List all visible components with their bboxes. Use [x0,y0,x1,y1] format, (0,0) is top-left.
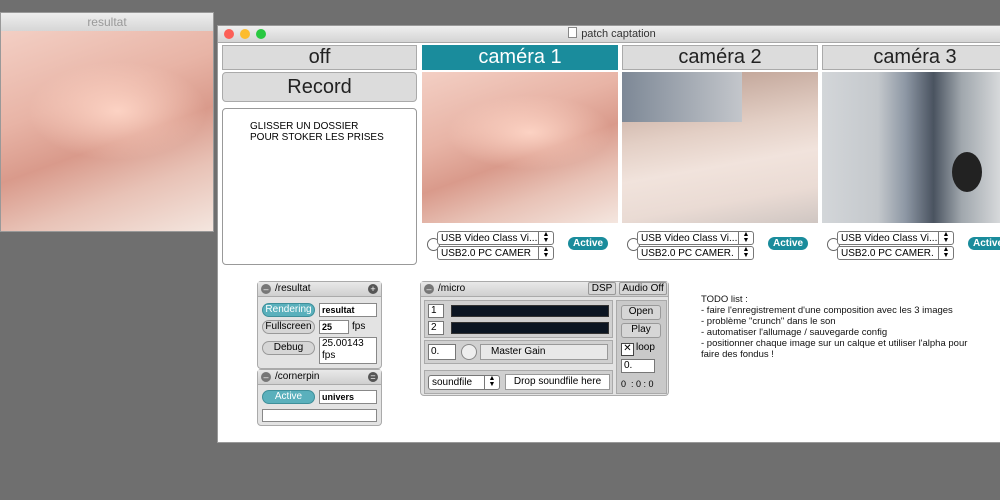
camera-2-button[interactable]: caméra 2 [622,45,818,70]
open-button[interactable]: Open [621,305,661,320]
collapse-icon[interactable]: – [261,284,271,294]
loop-label: loop [636,342,655,353]
collapse-icon[interactable]: – [424,284,434,294]
camera-3-device-menu[interactable]: USB Video Class Vi... ▲ ▼ [837,231,954,245]
patch-window: patch captation off caméra 1 caméra 2 ca… [217,25,1000,443]
drop-zone-line1: GLISSER UN DOSSIER [250,121,359,132]
debug-unit: fps [322,350,336,361]
todo-item: - problème "crunch" dans le son [701,316,836,327]
camera-2-input-label: USB2.0 PC CAMER. [641,248,734,259]
record-button[interactable]: Record [222,72,417,102]
minimize-window-button[interactable] [240,29,250,39]
fps-field[interactable]: 25 [319,320,349,334]
cornerpin-panel-header: – /cornerpin = [258,370,381,385]
gain-group: 0. Master Gain [424,340,613,364]
loop-value-field[interactable]: 0. [621,359,655,373]
micro-panel: – /micro DSP Audio Off 1 2 0. Master Gai… [420,281,669,396]
resultat-panel: – /resultat + Rendering resultat Fullscr… [257,281,382,369]
folder-drop-zone[interactable]: GLISSER UN DOSSIER POUR STOKER LES PRISE… [222,108,417,265]
rendering-name-field[interactable]: resultat [319,303,377,317]
channel-1-field[interactable]: 1 [428,304,444,318]
todo-item: - positionner chaque image sur un calque… [701,338,968,349]
close-window-button[interactable] [224,29,234,39]
off-button[interactable]: off [222,45,417,70]
gain-value-field[interactable]: 0. [428,344,456,360]
camera-2-input-menu[interactable]: USB2.0 PC CAMER. ▲ ▼ [637,246,754,260]
stepper-arrows-icon: ▲ ▼ [738,232,753,244]
channel-1-meter [451,305,609,317]
camera-3-button[interactable]: caméra 3 [822,45,1000,70]
camera-3-input-label: USB2.0 PC CAMER. [841,248,934,259]
meters-group: 1 2 [424,300,613,338]
plus-icon[interactable]: + [368,284,378,294]
document-icon [568,27,578,38]
camera-3-preview [822,72,1000,223]
todo-item: - faire l'enregistrement d'une compositi… [701,305,953,316]
cornerpin-active-button[interactable]: Active [262,390,315,404]
audio-off-button[interactable]: Audio Off [619,282,667,295]
camera-1-device-label: USB Video Class Vi... [441,233,538,244]
resultat-panel-header: – /resultat + [258,282,381,297]
cornerpin-name-field[interactable]: univers [319,390,377,404]
stepper-arrows-icon: ▲ ▼ [538,247,553,259]
camera-3-device-label: USB Video Class Vi... [841,233,938,244]
camera-2-preview [622,72,818,223]
channel-2-meter [451,322,609,334]
cornerpin-panel-title: /cornerpin [275,371,320,382]
camera-1-input-label: USB2.0 PC CAMER [441,248,532,259]
play-button[interactable]: Play [621,323,661,338]
todo-header: TODO list : [701,294,748,305]
rendering-button[interactable]: Rendering [262,303,315,317]
camera-1-device-menu[interactable]: USB Video Class Vi... ▲ ▼ [437,231,554,245]
cornerpin-input[interactable] [262,409,377,422]
stepper-arrows-icon: ▲ ▼ [538,232,553,244]
zoom-window-button[interactable] [256,29,266,39]
resultat-window: resultat [0,12,214,232]
camera-2-device-menu[interactable]: USB Video Class Vi... ▲ ▼ [637,231,754,245]
debug-value: 25.00143 [322,338,364,349]
camera-1-active-badge[interactable]: Active [568,237,609,250]
patch-window-title: patch captation [581,28,656,40]
loop-checkbox[interactable]: ✕ [621,343,634,356]
resultat-window-title: resultat [1,13,213,32]
todo-item: faire des fondus ! [701,349,774,360]
stepper-arrows-icon: ▲ ▼ [738,247,753,259]
master-gain-slider[interactable]: Master Gain [480,344,608,360]
fps-unit: fps [352,321,366,332]
camera-1-button[interactable]: caméra 1 [422,45,618,70]
drop-zone-line2: POUR STOKER LES PRISES [250,132,384,143]
stepper-arrows-icon: ▲ ▼ [484,376,499,389]
patch-window-titlebar: patch captation [218,26,1000,43]
camera-1-input-menu[interactable]: USB2.0 PC CAMER ▲ ▼ [437,246,554,260]
todo-list: TODO list : - faire l'enregistrement d'u… [701,294,996,360]
time-readout: 0 : 0 : 0 [621,379,654,389]
micro-panel-header: – /micro DSP Audio Off [421,282,668,297]
collapse-icon[interactable]: – [261,372,271,382]
soundfile-drop-zone[interactable]: Drop soundfile here [505,374,610,390]
menu-icon[interactable]: = [368,372,378,382]
debug-button[interactable]: Debug [262,341,315,355]
camera-3-active-badge[interactable]: Active [968,237,1000,250]
master-gain-label: Master Gain [491,346,546,357]
camera-3-input-menu[interactable]: USB2.0 PC CAMER. ▲ ▼ [837,246,954,260]
soundfile-menu[interactable]: soundfile ▲ ▼ [428,375,500,390]
cornerpin-panel: – /cornerpin = Active univers [257,369,382,426]
dsp-button[interactable]: DSP [588,282,616,295]
soundfile-label: soundfile [432,377,473,388]
camera-2-device-label: USB Video Class Vi... [641,233,738,244]
resultat-video [1,31,213,231]
dial-icon[interactable] [461,344,477,360]
debug-fps-readout: 25.00143 fps [319,337,377,364]
transport-group: Open Play ✕ loop 0. 0 : 0 : 0 [616,300,667,394]
channel-2-field[interactable]: 2 [428,321,444,335]
camera-1-preview [422,72,618,223]
micro-panel-title: /micro [438,283,466,294]
todo-item: - automatiser l'allumage / sauvegarde co… [701,327,888,338]
stepper-arrows-icon: ▲ ▼ [938,247,953,259]
camera-2-active-badge[interactable]: Active [768,237,809,250]
fullscreen-button[interactable]: Fullscreen [262,320,315,334]
soundfile-group: soundfile ▲ ▼ Drop soundfile here [424,370,613,394]
stepper-arrows-icon: ▲ ▼ [938,232,953,244]
resultat-panel-title: /resultat [275,283,311,294]
